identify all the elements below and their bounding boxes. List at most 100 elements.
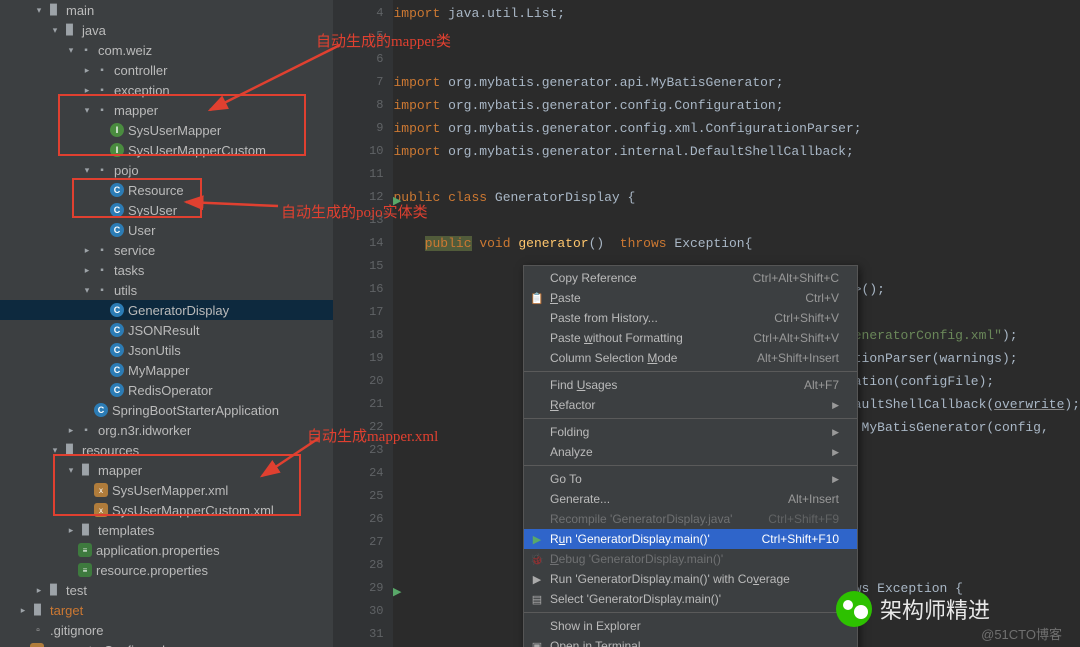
tree-node-com-weiz[interactable]: ▾▪com.weiz bbox=[0, 40, 333, 60]
menu-item[interactable]: Paste without FormattingCtrl+Alt+Shift+V bbox=[524, 328, 857, 348]
tree-label: main bbox=[66, 3, 94, 18]
menu-item[interactable]: Paste from History...Ctrl+Shift+V bbox=[524, 308, 857, 328]
tree-node-SysUserMapper-xml[interactable]: xSysUserMapper.xml bbox=[0, 480, 333, 500]
tree-label: JSONResult bbox=[128, 323, 200, 338]
menu-item[interactable]: Find UsagesAlt+F7 bbox=[524, 375, 857, 395]
code-line[interactable] bbox=[393, 163, 1080, 186]
menu-item[interactable]: ▤Select 'GeneratorDisplay.main()' bbox=[524, 589, 857, 609]
tree-label: application.properties bbox=[96, 543, 220, 558]
code-line[interactable]: import org.mybatis.generator.api.MyBatis… bbox=[393, 71, 1080, 94]
tree-label: RedisOperator bbox=[128, 383, 213, 398]
tree-node-RedisOperator[interactable]: C RedisOperator bbox=[0, 380, 333, 400]
code-line[interactable]: public class GeneratorDisplay { bbox=[393, 186, 1080, 209]
code-line[interactable] bbox=[393, 25, 1080, 48]
class-icon: C bbox=[110, 343, 124, 357]
code-line[interactable]: import org.mybatis.generator.config.xml.… bbox=[393, 117, 1080, 140]
tree-label: SysUserMapperCustom bbox=[128, 143, 266, 158]
code-line[interactable] bbox=[393, 48, 1080, 71]
tree-node--gitignore[interactable]: ▫.gitignore bbox=[0, 620, 333, 640]
menu-item[interactable]: 📋PasteCtrl+V bbox=[524, 288, 857, 308]
tree-node-MyMapper[interactable]: C MyMapper bbox=[0, 360, 333, 380]
tree-node-resources[interactable]: ▾▉resources bbox=[0, 440, 333, 460]
context-menu: Copy ReferenceCtrl+Alt+Shift+C📋PasteCtrl… bbox=[523, 265, 858, 647]
menu-item[interactable]: Copy ReferenceCtrl+Alt+Shift+C bbox=[524, 268, 857, 288]
interface-icon: I bbox=[110, 143, 124, 157]
menu-label: Run 'GeneratorDisplay.main()' bbox=[550, 532, 710, 546]
tree-node-SysUserMapperCustom-xml[interactable]: xSysUserMapperCustom.xml bbox=[0, 500, 333, 520]
tree-label: SpringBootStarterApplication bbox=[112, 403, 279, 418]
tree-node-main[interactable]: ▾▉main bbox=[0, 0, 333, 20]
tree-node-templates[interactable]: ▸▉templates bbox=[0, 520, 333, 540]
tree-label: MyMapper bbox=[128, 363, 189, 378]
menu-item[interactable]: Refactor▶ bbox=[524, 395, 857, 415]
run-gutter-icon[interactable]: ▶ bbox=[393, 582, 401, 605]
tree-node-pojo[interactable]: ▾▪pojo bbox=[0, 160, 333, 180]
run-gutter-icon[interactable]: ▶ bbox=[393, 191, 401, 214]
tree-label: Resource bbox=[128, 183, 184, 198]
menu-item[interactable]: Recompile 'GeneratorDisplay.java'Ctrl+Sh… bbox=[524, 509, 857, 529]
class-icon: C bbox=[110, 223, 124, 237]
tree-node-SysUserMapper[interactable]: ISysUserMapper bbox=[0, 120, 333, 140]
tree-node-application-properties[interactable]: ≡application.properties bbox=[0, 540, 333, 560]
folder-icon: ▉ bbox=[78, 462, 94, 478]
tree-node-org-n3r-idworker[interactable]: ▸▪org.n3r.idworker bbox=[0, 420, 333, 440]
tree-label: generatorConfig.xml bbox=[48, 643, 165, 647]
xml-icon: x bbox=[30, 643, 44, 647]
menu-item[interactable]: Show in Explorer bbox=[524, 616, 857, 636]
tree-label: controller bbox=[114, 63, 167, 78]
package-icon: ▪ bbox=[94, 102, 110, 118]
tree-node-mapper[interactable]: ▾▉mapper bbox=[0, 460, 333, 480]
tree-label: templates bbox=[98, 523, 154, 538]
tree-node-exception[interactable]: ▸▪exception bbox=[0, 80, 333, 100]
menu-label: Find Usages bbox=[550, 378, 617, 392]
tree-label: resources bbox=[82, 443, 139, 458]
code-line[interactable]: import org.mybatis.generator.internal.De… bbox=[393, 140, 1080, 163]
menu-item[interactable]: Go To▶ bbox=[524, 469, 857, 489]
code-line[interactable] bbox=[393, 209, 1080, 232]
wechat-icon bbox=[836, 591, 872, 627]
code-line[interactable]: public void generator() throws Exception… bbox=[393, 232, 1080, 255]
tree-node-mapper[interactable]: ▾▪mapper bbox=[0, 100, 333, 120]
tree-label: test bbox=[66, 583, 87, 598]
tree-node-SysUser[interactable]: CSysUser bbox=[0, 200, 333, 220]
menu-item[interactable]: Analyze▶ bbox=[524, 442, 857, 462]
tree-node-Resource[interactable]: CResource bbox=[0, 180, 333, 200]
menu-item[interactable]: ▶Run 'GeneratorDisplay.main()'Ctrl+Shift… bbox=[524, 529, 857, 549]
tree-node-GeneratorDisplay[interactable]: CGeneratorDisplay bbox=[0, 300, 333, 320]
code-line[interactable]: import java.util.List; bbox=[393, 2, 1080, 25]
class-icon: C bbox=[110, 383, 124, 397]
code-line[interactable]: import org.mybatis.generator.config.Conf… bbox=[393, 94, 1080, 117]
wechat-watermark: 架构师精进 bbox=[836, 591, 990, 627]
class-icon: C bbox=[94, 403, 108, 417]
tree-node-tasks[interactable]: ▸▪tasks bbox=[0, 260, 333, 280]
tree-node-JsonUtils[interactable]: CJsonUtils bbox=[0, 340, 333, 360]
menu-item[interactable]: Generate...Alt+Insert bbox=[524, 489, 857, 509]
tree-label: mapper bbox=[114, 103, 158, 118]
class-icon: C bbox=[110, 203, 124, 217]
class-icon: C bbox=[110, 363, 124, 377]
menu-item[interactable]: ▣Open in Terminal bbox=[524, 636, 857, 647]
tree-node-target[interactable]: ▸▉target bbox=[0, 600, 333, 620]
tree-node-controller[interactable]: ▸▪controller bbox=[0, 60, 333, 80]
menu-label: Go To bbox=[550, 472, 582, 486]
tree-label: org.n3r.idworker bbox=[98, 423, 191, 438]
tree-node-User[interactable]: CUser bbox=[0, 220, 333, 240]
package-icon: ▪ bbox=[94, 242, 110, 258]
menu-item[interactable]: Column Selection ModeAlt+Shift+Insert bbox=[524, 348, 857, 368]
tree-node-java[interactable]: ▾▉java bbox=[0, 20, 333, 40]
menu-label: Paste bbox=[550, 291, 581, 305]
tree-node-resource-properties[interactable]: ≡resource.properties bbox=[0, 560, 333, 580]
tree-node-service[interactable]: ▸▪service bbox=[0, 240, 333, 260]
tree-node-JSONResult[interactable]: CJSONResult bbox=[0, 320, 333, 340]
tree-label: GeneratorDisplay bbox=[128, 303, 229, 318]
menu-item[interactable]: ▶Run 'GeneratorDisplay.main()' with Cove… bbox=[524, 569, 857, 589]
tree-node-generatorConfig-xml[interactable]: x generatorConfig.xml bbox=[0, 640, 333, 647]
menu-label: Open in Terminal bbox=[550, 639, 641, 647]
tree-node-utils[interactable]: ▾▪utils bbox=[0, 280, 333, 300]
tree-node-SysUserMapperCustom[interactable]: I SysUserMapperCustom bbox=[0, 140, 333, 160]
folder-icon: ▉ bbox=[62, 442, 78, 458]
menu-item[interactable]: Folding▶ bbox=[524, 422, 857, 442]
menu-item[interactable]: 🐞Debug 'GeneratorDisplay.main()' bbox=[524, 549, 857, 569]
tree-node-SpringBootStarterApplication[interactable]: C SpringBootStarterApplication bbox=[0, 400, 333, 420]
tree-node-test[interactable]: ▸▉test bbox=[0, 580, 333, 600]
